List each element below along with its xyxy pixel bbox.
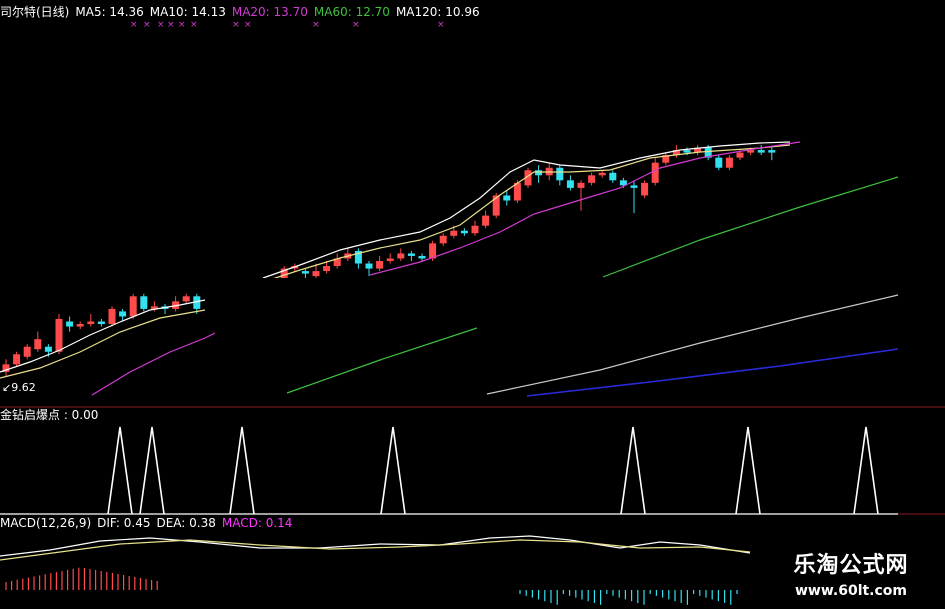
ma20-line-left (91, 332, 216, 396)
candlestick-series (2, 145, 776, 377)
x-marker: × (437, 20, 445, 30)
candle-body (140, 296, 148, 309)
candle-body (418, 255, 426, 259)
candle-body (757, 150, 765, 153)
signal-spike (853, 426, 879, 515)
x-marker: × (190, 20, 198, 30)
ma10-line-right (262, 144, 791, 283)
candle-body (471, 225, 479, 234)
macd-dea-line (0, 539, 751, 561)
low-price-label: ↙9.62 (2, 381, 36, 394)
ma20-label: MA20: 13.70 (231, 5, 308, 19)
x-marker: × (244, 20, 252, 30)
redaction-mask-mid (205, 278, 737, 326)
ma60-label: MA60: 12.70 (313, 5, 390, 19)
candle-body (577, 182, 585, 188)
candle-body (66, 321, 74, 327)
candle-body (439, 235, 447, 244)
indicator-label: 金钻启爆点 : 0.00 (0, 408, 99, 422)
redaction-mask-top-right (534, 0, 945, 140)
candle-body (482, 215, 490, 226)
watermark: 乐淘公式网 www.60lt.com (757, 545, 945, 609)
candle-body (736, 152, 744, 158)
watermark-url: www.60lt.com (794, 583, 908, 599)
candle-body (566, 180, 574, 188)
candle-body (598, 172, 606, 176)
moving-average-lines (0, 141, 899, 397)
candle-body (683, 150, 691, 153)
macd-series (0, 535, 751, 605)
macd-value: MACD: 0.14 (221, 516, 293, 530)
signal-spike (380, 426, 406, 515)
ma10-line-left (0, 309, 206, 379)
ma5-line-left (0, 299, 206, 373)
candle-body (323, 266, 331, 272)
x-marker: × (157, 20, 165, 30)
ma-legend: 司尔特(日线) MA5: 14.36 MA10: 14.13 MA20: 13.… (0, 4, 480, 20)
macd-dif: DIF: 0.45 (97, 516, 151, 530)
x-marker: × (352, 20, 360, 30)
x-marker: × (130, 20, 138, 30)
candle-body (182, 296, 190, 302)
candle-body (365, 263, 373, 269)
candle-body (556, 167, 564, 181)
candle-body (397, 253, 405, 259)
candle-body (44, 346, 52, 352)
candle-body (97, 321, 105, 325)
ma10-label: MA10: 14.13 (149, 5, 226, 19)
candle-body (503, 195, 511, 201)
low-price-value: 9.62 (11, 381, 36, 394)
ma250-line (526, 348, 899, 397)
candle-body (651, 162, 659, 183)
candle-body (630, 185, 638, 188)
stock-name: 司尔特(日线) (0, 5, 70, 19)
signal-spike (107, 426, 133, 515)
candle-body (376, 261, 384, 269)
candle-body (301, 271, 309, 274)
ma5-label: MA5: 14.36 (75, 5, 144, 19)
candle-body (119, 311, 127, 317)
candle-body (450, 230, 458, 236)
x-marker: × (167, 20, 175, 30)
signal-spike (620, 426, 646, 515)
macd-dea: DEA: 0.38 (156, 516, 216, 530)
x-marker: × (178, 20, 186, 30)
indicator-legend: 金钻启爆点 : 0.00 (0, 408, 98, 423)
x-marker: × (143, 20, 151, 30)
candle-body (460, 230, 468, 234)
x-markers: × × × × × × × × × × × (130, 20, 445, 30)
macd-params: MACD(12,26,9) (0, 516, 92, 530)
macd-legend: MACD(12,26,9) DIF: 0.45 DEA: 0.38 MACD: … (0, 516, 292, 531)
candle-body (609, 172, 617, 181)
candle-body (535, 170, 543, 176)
ma120-label: MA120: 10.96 (395, 5, 480, 19)
candle-body (407, 253, 415, 256)
candle-body (641, 182, 649, 196)
x-marker: × (312, 20, 320, 30)
candle-body (34, 339, 42, 350)
signal-spike (229, 426, 255, 515)
candle-body (87, 321, 95, 325)
low-arrow-icon: ↙ (2, 381, 12, 394)
signal-spikes (0, 426, 898, 515)
candle-body (386, 258, 394, 261)
candle-body (13, 354, 21, 365)
signal-spike (735, 426, 761, 515)
candle-body (55, 318, 63, 352)
x-marker: × (232, 20, 240, 30)
candle-body (715, 157, 723, 168)
candle-body (23, 346, 31, 357)
candle-body (129, 296, 137, 317)
candle-body (76, 324, 84, 327)
candle-body (108, 308, 116, 325)
ma60-line-left (286, 327, 478, 394)
signal-spike (139, 426, 165, 515)
watermark-title: 乐淘公式网 (793, 553, 909, 578)
candle-body (725, 157, 733, 168)
macd-dif-line (0, 535, 751, 557)
candle-body (312, 271, 320, 277)
candle-body (588, 175, 596, 183)
candle-body (768, 150, 776, 153)
